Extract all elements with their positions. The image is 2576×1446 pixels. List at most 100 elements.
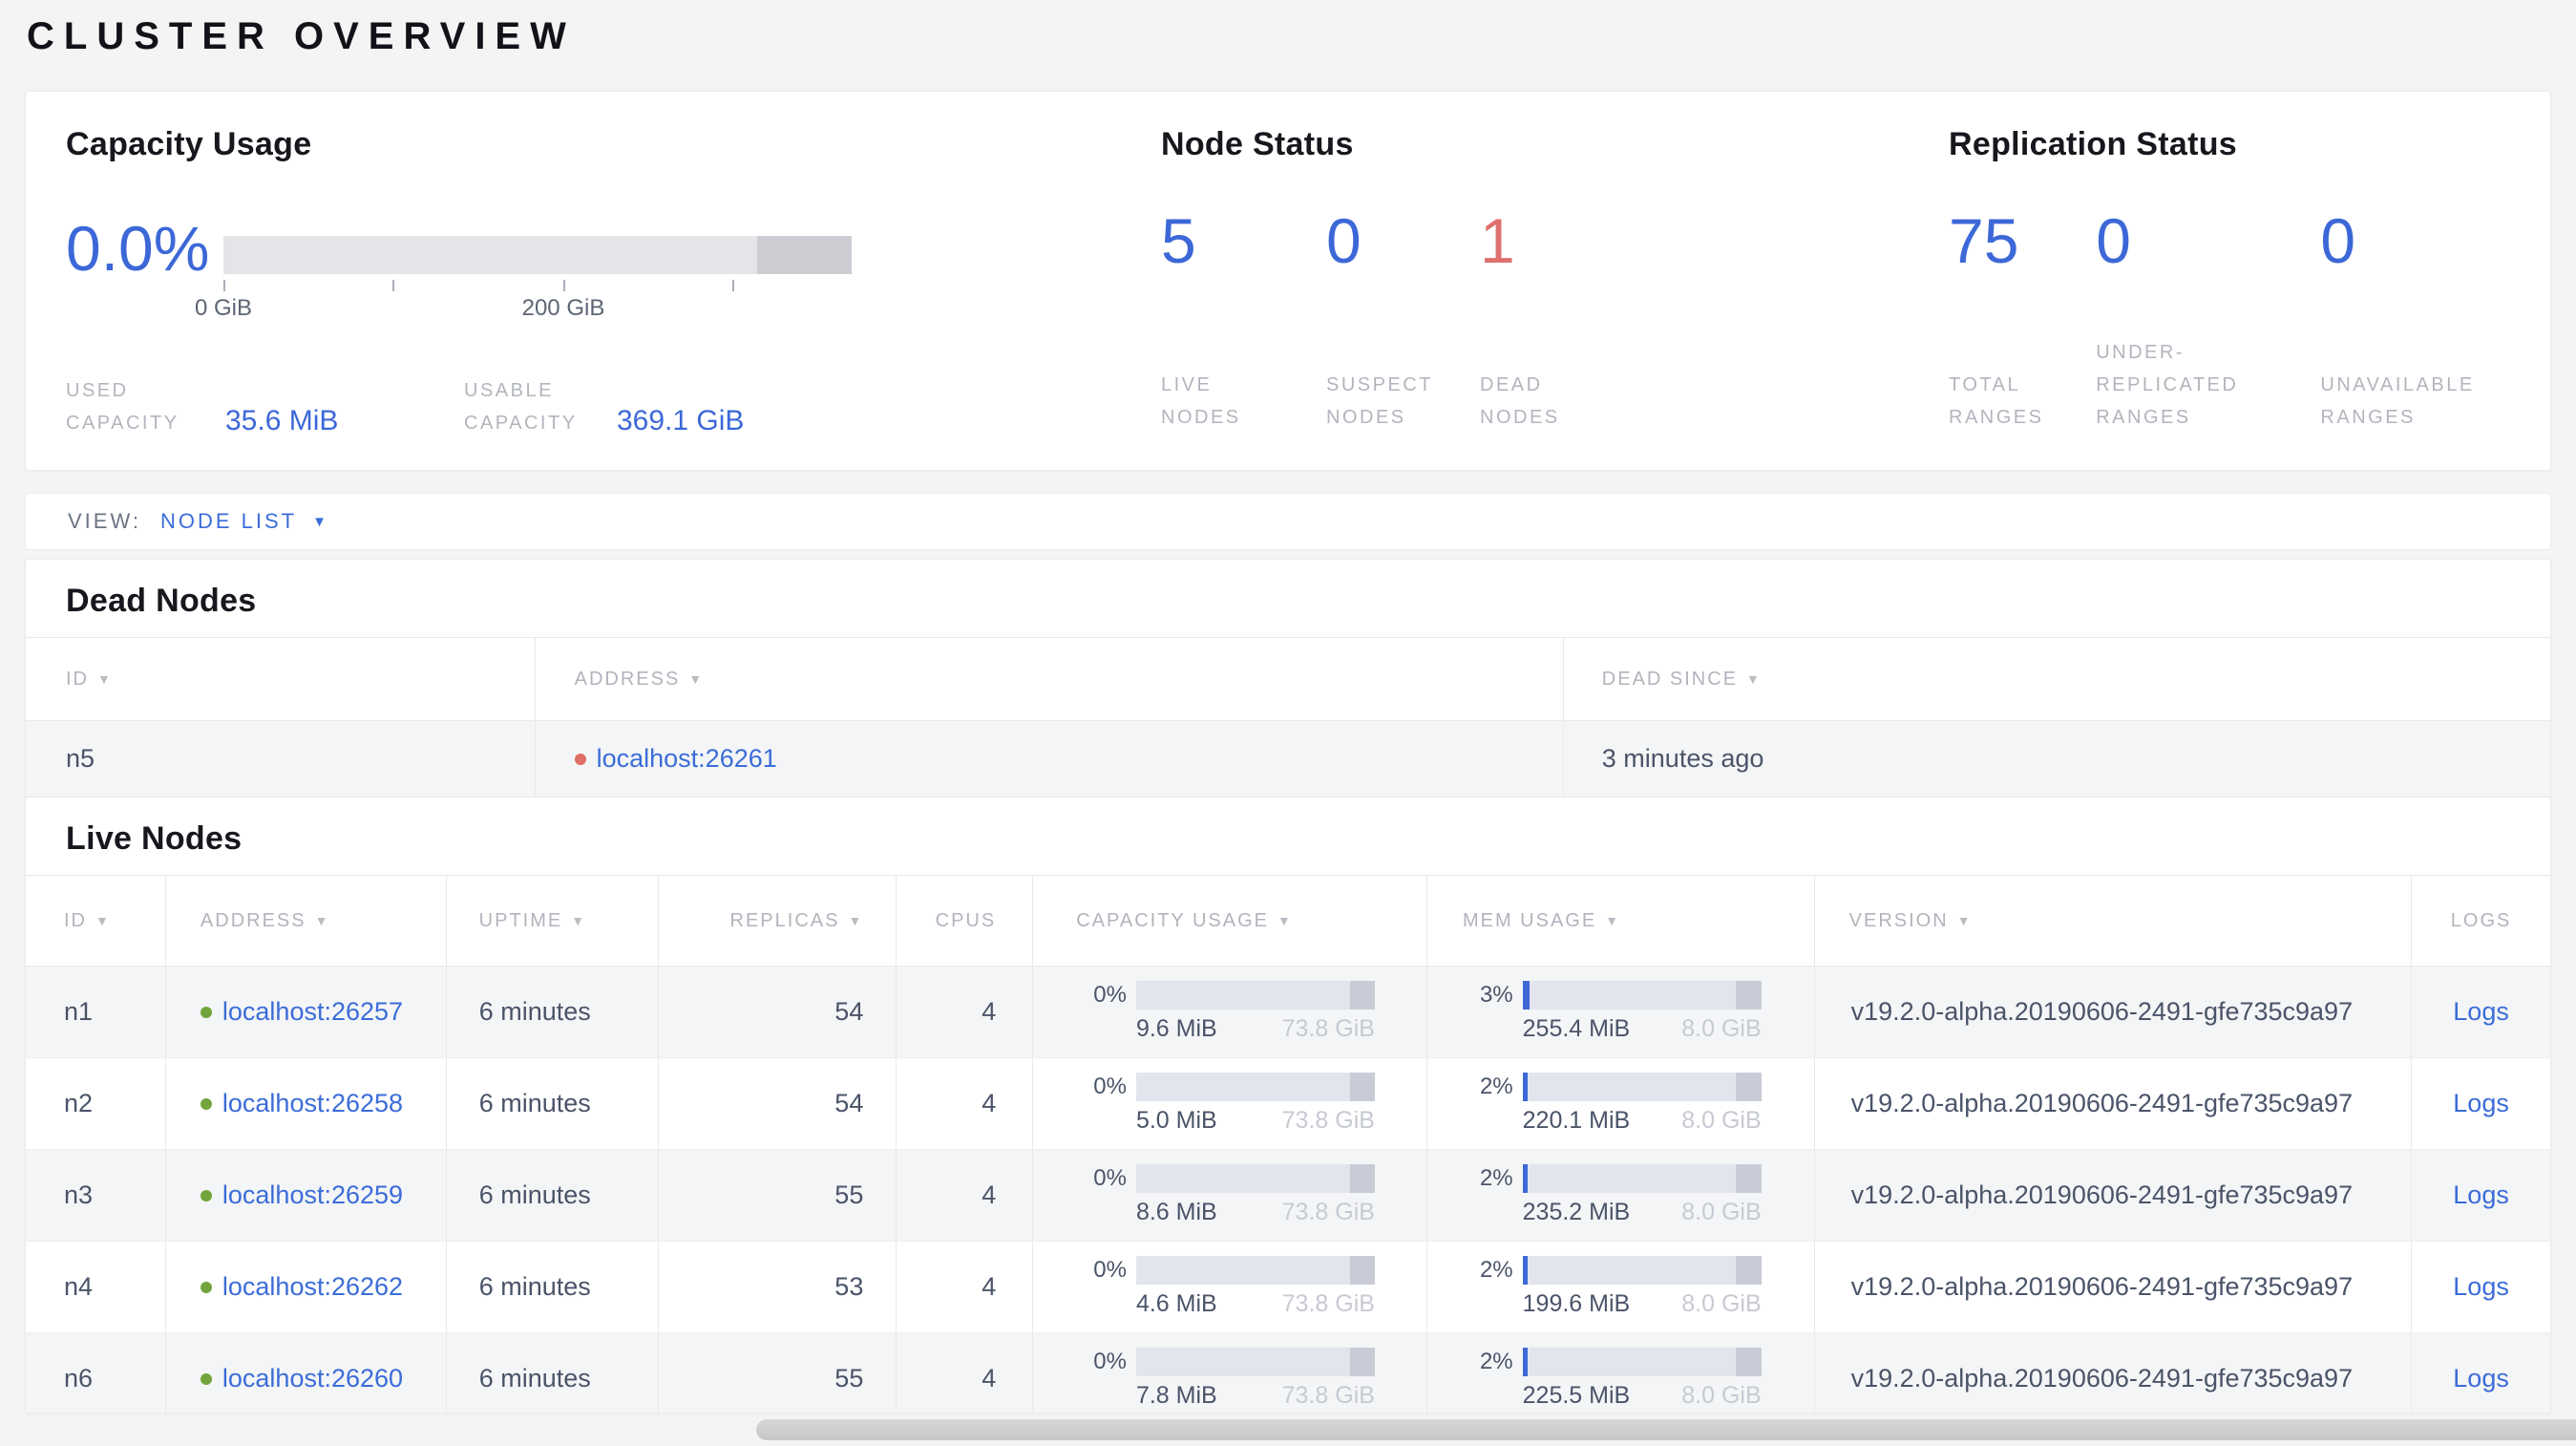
capacity-bar-reserved-segment [1349,981,1375,1010]
suspect-nodes-count: 0 [1326,205,1362,276]
capacity-usage-meter: 0% 9.6 MiB 73.8 GiB [1093,981,1375,1043]
live-node-version: v19.2.0-alpha.20190606-2491-gfe735c9a97 [1813,1242,2411,1332]
total-ranges-stat: 75 TOTAL RANGES [1949,209,2096,434]
sort-desc-icon[interactable]: ▼ [848,913,863,928]
logs-link[interactable]: Logs [2453,997,2509,1027]
live-header-id[interactable]: ID ▼ [26,876,165,966]
logs-link[interactable]: Logs [2453,1272,2509,1302]
mem-bar-reserved-segment [1736,981,1762,1010]
horizontal-scrollbar-thumb[interactable] [756,1419,2576,1440]
live-node-cpus: 4 [896,1333,1032,1413]
live-header-replicas[interactable]: REPLICAS ▼ [657,876,897,966]
mem-total-value: 8.0 GiB [1681,1107,1762,1134]
capacity-usage-section: Capacity Usage 0.0% 0 GiB 200 GiB USED C… [66,126,1002,439]
capacity-total-value: 73.8 GiB [1281,1015,1375,1042]
axis-label-0gib: 0 GiB [194,295,253,321]
summary-card: Capacity Usage 0.0% 0 GiB 200 GiB USED C… [25,91,2551,471]
sort-desc-icon[interactable]: ▼ [1605,913,1620,928]
dead-nodes-stat: 1 DEAD NODES [1480,209,1671,434]
live-status-dot-icon [200,1372,212,1385]
live-node-address-link[interactable]: localhost:26257 [222,997,403,1027]
sort-desc-icon[interactable]: ▼ [1746,671,1762,687]
live-node-address-link[interactable]: localhost:26262 [222,1272,403,1302]
live-node-row: n2 localhost:26258 6 minutes 54 4 0% 5.0… [26,1058,2550,1150]
live-node-row: n3 localhost:26259 6 minutes 55 4 0% 8.6… [26,1150,2550,1242]
capacity-bar-track [1135,1073,1375,1101]
logs-link[interactable]: Logs [2453,1089,2509,1118]
dead-header-address[interactable]: ADDRESS ▼ [534,638,1563,720]
live-node-logs-cell: Logs [2411,1242,2550,1332]
live-nodes-table: ID ▼ ADDRESS ▼ UPTIME ▼ REPLICAS ▼ CPUS CAPA… [26,875,2550,1413]
live-node-logs-cell: Logs [2411,1150,2550,1241]
live-node-address-link[interactable]: localhost:26258 [222,1089,403,1118]
live-header-capacity-usage[interactable]: CAPACITY USAGE ▼ [1032,876,1426,966]
live-node-id: n2 [64,1089,94,1117]
live-node-address-link[interactable]: localhost:26260 [222,1364,403,1393]
chevron-down-icon[interactable]: ▼ [312,514,327,530]
live-node-mem-cell: 2% 199.6 MiB 8.0 GiB [1425,1242,1814,1332]
capacity-bar-reserved-segment [1349,1073,1375,1101]
dead-nodes-label: DEAD NODES [1480,374,1560,428]
live-node-mem-cell: 2% 235.2 MiB 8.0 GiB [1425,1150,1814,1241]
page-title: CLUSTER OVERVIEW [27,15,576,57]
logs-link[interactable]: Logs [2453,1364,2509,1393]
dead-node-dead-since: 3 minutes ago [1562,721,2550,797]
capacity-usage-meter: 0% 7.8 MiB 73.8 GiB [1093,1348,1375,1410]
mem-bar-reserved-segment [1736,1164,1762,1193]
mem-total-value: 8.0 GiB [1681,1015,1762,1042]
live-status-dot-icon [200,1281,212,1293]
live-node-replicas: 55 [657,1333,897,1413]
sort-desc-icon[interactable]: ▼ [95,913,111,928]
capacity-bar-track [1135,1164,1375,1193]
live-node-address-cell: localhost:26259 [164,1150,446,1241]
unavailable-ranges-stat: 0 UNAVAILABLE RANGES [2320,209,2560,434]
capacity-used-value: 7.8 MiB [1135,1382,1217,1409]
sort-desc-icon[interactable]: ▼ [97,671,113,687]
live-node-capacity-cell: 0% 9.6 MiB 73.8 GiB [1032,967,1426,1057]
dead-header-dead-since[interactable]: DEAD SINCE ▼ [1562,638,2550,720]
unavailable-ranges-count: 0 [2320,205,2356,276]
sort-desc-icon[interactable]: ▼ [571,913,586,928]
capacity-axis-labels: 0 GiB 200 GiB [195,295,852,324]
logs-link[interactable]: Logs [2453,1180,2509,1210]
live-node-capacity-cell: 0% 4.6 MiB 73.8 GiB [1032,1242,1426,1332]
capacity-bar-reserved-segment [1349,1256,1375,1285]
used-capacity-label: USED CAPACITY [66,380,179,434]
live-node-uptime: 6 minutes [445,1058,658,1149]
sort-desc-icon[interactable]: ▼ [315,913,330,928]
mem-bar-track [1522,1256,1762,1285]
dead-node-address-cell: localhost:26261 [534,721,1563,797]
live-header-mem-usage[interactable]: MEM USAGE ▼ [1425,876,1814,966]
capacity-total-value: 73.8 GiB [1281,1107,1375,1134]
capacity-total-value: 73.8 GiB [1281,1290,1375,1317]
capacity-bar-track [223,236,852,274]
sort-desc-icon[interactable]: ▼ [1277,913,1293,928]
live-header-version[interactable]: VERSION ▼ [1813,876,2411,966]
mem-percent-label: 2% [1479,1257,1513,1283]
live-node-address-link[interactable]: localhost:26259 [222,1180,403,1210]
live-header-logs: LOGS [2411,876,2550,966]
capacity-used-value: 4.6 MiB [1135,1290,1217,1317]
live-nodes-stat: 5 LIVE NODES [1161,209,1326,434]
capacity-used-value: 8.6 MiB [1135,1199,1217,1225]
live-node-id: n1 [64,997,94,1026]
capacity-usage-meter: 0% 4.6 MiB 73.8 GiB [1093,1256,1375,1318]
dead-header-id[interactable]: ID ▼ [26,638,535,720]
live-nodes-header-row: ID ▼ ADDRESS ▼ UPTIME ▼ REPLICAS ▼ CPUS CAPA… [26,876,2550,967]
live-header-address[interactable]: ADDRESS ▼ [164,876,446,966]
unavailable-ranges-label: UNAVAILABLE RANGES [2320,374,2475,428]
live-node-version: v19.2.0-alpha.20190606-2491-gfe735c9a97 [1813,967,2411,1057]
sort-desc-icon[interactable]: ▼ [688,671,704,687]
capacity-total-value: 73.8 GiB [1281,1382,1375,1409]
capacity-bar-reserved-segment [1349,1164,1375,1193]
view-dropdown[interactable]: NODE LIST [160,509,297,534]
live-node-replicas: 55 [657,1150,897,1241]
sort-desc-icon[interactable]: ▼ [1957,913,1973,928]
capacity-percent-label: 0% [1093,1165,1127,1191]
dead-node-address-link[interactable]: localhost:26261 [597,744,777,774]
live-node-version: v19.2.0-alpha.20190606-2491-gfe735c9a97 [1813,1150,2411,1241]
capacity-percent-label: 0% [1093,1257,1127,1283]
node-status-title: Node Status [1161,126,1354,162]
live-header-uptime[interactable]: UPTIME ▼ [445,876,658,966]
live-node-row: n6 localhost:26260 6 minutes 55 4 0% 7.8… [26,1333,2550,1413]
